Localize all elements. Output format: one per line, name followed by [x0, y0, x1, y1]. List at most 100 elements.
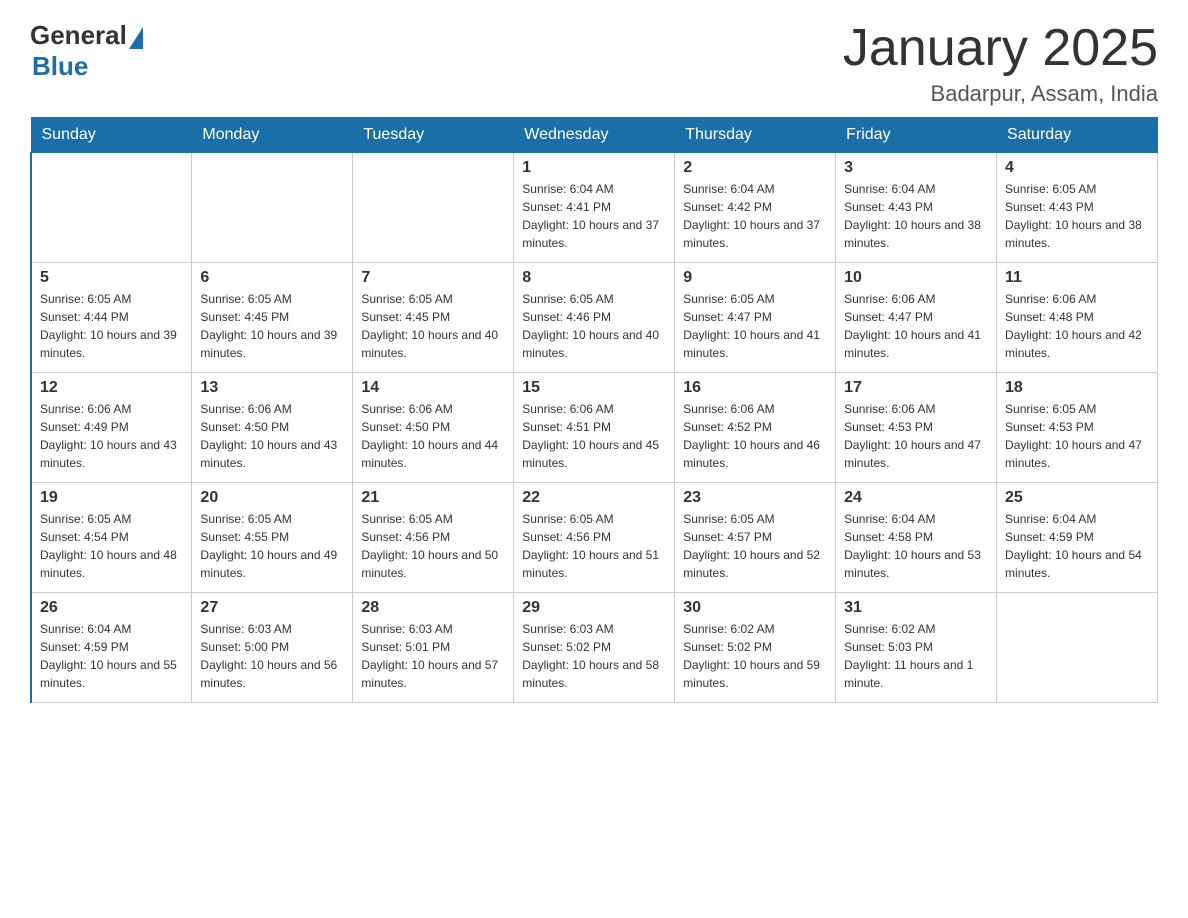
logo: General Blue: [30, 20, 143, 82]
week-row-5: 26Sunrise: 6:04 AMSunset: 4:59 PMDayligh…: [31, 593, 1158, 703]
day-number: 2: [683, 159, 827, 177]
day-number: 11: [1005, 269, 1149, 287]
logo-blue-text: Blue: [32, 51, 88, 82]
header-cell-thursday: Thursday: [675, 118, 836, 153]
day-number: 15: [522, 379, 666, 397]
day-number: 1: [522, 159, 666, 177]
day-info: Sunrise: 6:06 AMSunset: 4:53 PMDaylight:…: [844, 400, 988, 472]
calendar-cell: 15 Sunrise: 6:06 AMSunset: 4:51 PMDayligh…: [514, 373, 675, 483]
day-number: 10: [844, 269, 988, 287]
calendar-cell: 7Sunrise: 6:05 AMSunset: 4:45 PMDaylight…: [353, 263, 514, 373]
day-info: Sunrise: 6:04 AMSunset: 4:42 PMDaylight:…: [683, 180, 827, 252]
day-number: 9: [683, 269, 827, 287]
calendar-cell: 12 Sunrise: 6:06 AMSunset: 4:49 PMDayligh…: [31, 373, 192, 483]
calendar-cell: 8 Sunrise: 6:05 AMSunset: 4:46 PMDaylight…: [514, 263, 675, 373]
header-cell-tuesday: Tuesday: [353, 118, 514, 153]
day-number: 31: [844, 599, 988, 617]
calendar-cell: 11 Sunrise: 6:06 AMSunset: 4:48 PMDayligh…: [997, 263, 1158, 373]
day-info: Sunrise: 6:06 AMSunset: 4:50 PMDaylight:…: [200, 400, 344, 472]
day-info: Sunrise: 6:06 AMSunset: 4:50 PMDaylight:…: [361, 400, 505, 472]
page-header: General Blue January 2025 Badarpur, Assa…: [30, 20, 1158, 107]
calendar-cell: 28Sunrise: 6:03 AMSunset: 5:01 PMDayligh…: [353, 593, 514, 703]
calendar-cell: 5 Sunrise: 6:05 AMSunset: 4:44 PMDaylight…: [31, 263, 192, 373]
calendar-table: SundayMondayTuesdayWednesdayThursdayFrid…: [30, 117, 1158, 703]
day-number: 21: [361, 489, 505, 507]
day-number: 30: [683, 599, 827, 617]
calendar-cell: [997, 593, 1158, 703]
week-row-3: 12 Sunrise: 6:06 AMSunset: 4:49 PMDayligh…: [31, 373, 1158, 483]
header-cell-sunday: Sunday: [31, 118, 192, 153]
day-number: 20: [200, 489, 344, 507]
day-info: Sunrise: 6:04 AMSunset: 4:59 PMDaylight:…: [1005, 510, 1149, 582]
calendar-cell: 3 Sunrise: 6:04 AMSunset: 4:43 PMDaylight…: [836, 153, 997, 263]
day-info: Sunrise: 6:06 AMSunset: 4:47 PMDaylight:…: [844, 290, 988, 362]
day-info: Sunrise: 6:06 AMSunset: 4:51 PMDaylight:…: [522, 400, 666, 472]
header-cell-saturday: Saturday: [997, 118, 1158, 153]
day-info: Sunrise: 6:05 AMSunset: 4:44 PMDaylight:…: [40, 290, 183, 362]
day-number: 19: [40, 489, 183, 507]
calendar-cell: 27Sunrise: 6:03 AMSunset: 5:00 PMDayligh…: [192, 593, 353, 703]
day-info: Sunrise: 6:06 AMSunset: 4:52 PMDaylight:…: [683, 400, 827, 472]
calendar-cell: 16 Sunrise: 6:06 AMSunset: 4:52 PMDayligh…: [675, 373, 836, 483]
calendar-cell: 20 Sunrise: 6:05 AMSunset: 4:55 PMDayligh…: [192, 483, 353, 593]
day-info: Sunrise: 6:06 AMSunset: 4:49 PMDaylight:…: [40, 400, 183, 472]
day-info: Sunrise: 6:04 AMSunset: 4:59 PMDaylight:…: [40, 620, 183, 692]
month-title: January 2025: [843, 20, 1158, 77]
calendar-cell: 6Sunrise: 6:05 AMSunset: 4:45 PMDaylight…: [192, 263, 353, 373]
logo-top: General: [30, 20, 143, 51]
calendar-cell: 29 Sunrise: 6:03 AMSunset: 5:02 PMDayligh…: [514, 593, 675, 703]
day-number: 12: [40, 379, 183, 397]
day-number: 17: [844, 379, 988, 397]
title-section: January 2025 Badarpur, Assam, India: [843, 20, 1158, 107]
header-cell-wednesday: Wednesday: [514, 118, 675, 153]
header-row: SundayMondayTuesdayWednesdayThursdayFrid…: [31, 118, 1158, 153]
day-info: Sunrise: 6:05 AMSunset: 4:46 PMDaylight:…: [522, 290, 666, 362]
day-info: Sunrise: 6:06 AMSunset: 4:48 PMDaylight:…: [1005, 290, 1149, 362]
day-number: 22: [522, 489, 666, 507]
day-info: Sunrise: 6:04 AMSunset: 4:43 PMDaylight:…: [844, 180, 988, 252]
day-info: Sunrise: 6:05 AMSunset: 4:53 PMDaylight:…: [1005, 400, 1149, 472]
day-info: Sunrise: 6:05 AMSunset: 4:56 PMDaylight:…: [361, 510, 505, 582]
day-info: Sunrise: 6:05 AMSunset: 4:55 PMDaylight:…: [200, 510, 344, 582]
calendar-cell: [31, 153, 192, 263]
week-row-1: 1 Sunrise: 6:04 AMSunset: 4:41 PMDaylight…: [31, 153, 1158, 263]
calendar-body: 1 Sunrise: 6:04 AMSunset: 4:41 PMDaylight…: [31, 153, 1158, 703]
calendar-cell: 10 Sunrise: 6:06 AMSunset: 4:47 PMDayligh…: [836, 263, 997, 373]
day-info: Sunrise: 6:05 AMSunset: 4:56 PMDaylight:…: [522, 510, 666, 582]
day-info: Sunrise: 6:05 AMSunset: 4:57 PMDaylight:…: [683, 510, 827, 582]
day-info: Sunrise: 6:05 AMSunset: 4:47 PMDaylight:…: [683, 290, 827, 362]
day-info: Sunrise: 6:04 AMSunset: 4:41 PMDaylight:…: [522, 180, 666, 252]
day-info: Sunrise: 6:05 AMSunset: 4:45 PMDaylight:…: [361, 290, 505, 362]
calendar-cell: 13Sunrise: 6:06 AMSunset: 4:50 PMDayligh…: [192, 373, 353, 483]
logo-general-text: General: [30, 20, 127, 51]
calendar-cell: 18Sunrise: 6:05 AMSunset: 4:53 PMDayligh…: [997, 373, 1158, 483]
day-info: Sunrise: 6:05 AMSunset: 4:43 PMDaylight:…: [1005, 180, 1149, 252]
calendar-cell: 21 Sunrise: 6:05 AMSunset: 4:56 PMDayligh…: [353, 483, 514, 593]
day-number: 6: [200, 269, 344, 287]
day-number: 29: [522, 599, 666, 617]
day-number: 8: [522, 269, 666, 287]
day-number: 3: [844, 159, 988, 177]
calendar-cell: 30 Sunrise: 6:02 AMSunset: 5:02 PMDayligh…: [675, 593, 836, 703]
day-number: 5: [40, 269, 183, 287]
calendar-cell: 4Sunrise: 6:05 AMSunset: 4:43 PMDaylight…: [997, 153, 1158, 263]
calendar-cell: 23 Sunrise: 6:05 AMSunset: 4:57 PMDayligh…: [675, 483, 836, 593]
day-info: Sunrise: 6:02 AMSunset: 5:02 PMDaylight:…: [683, 620, 827, 692]
calendar-cell: 2 Sunrise: 6:04 AMSunset: 4:42 PMDaylight…: [675, 153, 836, 263]
week-row-4: 19Sunrise: 6:05 AMSunset: 4:54 PMDayligh…: [31, 483, 1158, 593]
day-info: Sunrise: 6:04 AMSunset: 4:58 PMDaylight:…: [844, 510, 988, 582]
header-cell-friday: Friday: [836, 118, 997, 153]
header-cell-monday: Monday: [192, 118, 353, 153]
day-number: 28: [361, 599, 505, 617]
day-number: 24: [844, 489, 988, 507]
day-number: 23: [683, 489, 827, 507]
day-info: Sunrise: 6:03 AMSunset: 5:02 PMDaylight:…: [522, 620, 666, 692]
calendar-header: SundayMondayTuesdayWednesdayThursdayFrid…: [31, 118, 1158, 153]
day-number: 14: [361, 379, 505, 397]
calendar-cell: 17 Sunrise: 6:06 AMSunset: 4:53 PMDayligh…: [836, 373, 997, 483]
calendar-cell: 22 Sunrise: 6:05 AMSunset: 4:56 PMDayligh…: [514, 483, 675, 593]
day-number: 25: [1005, 489, 1149, 507]
day-number: 16: [683, 379, 827, 397]
day-info: Sunrise: 6:02 AMSunset: 5:03 PMDaylight:…: [844, 620, 988, 692]
calendar-cell: 14 Sunrise: 6:06 AMSunset: 4:50 PMDayligh…: [353, 373, 514, 483]
